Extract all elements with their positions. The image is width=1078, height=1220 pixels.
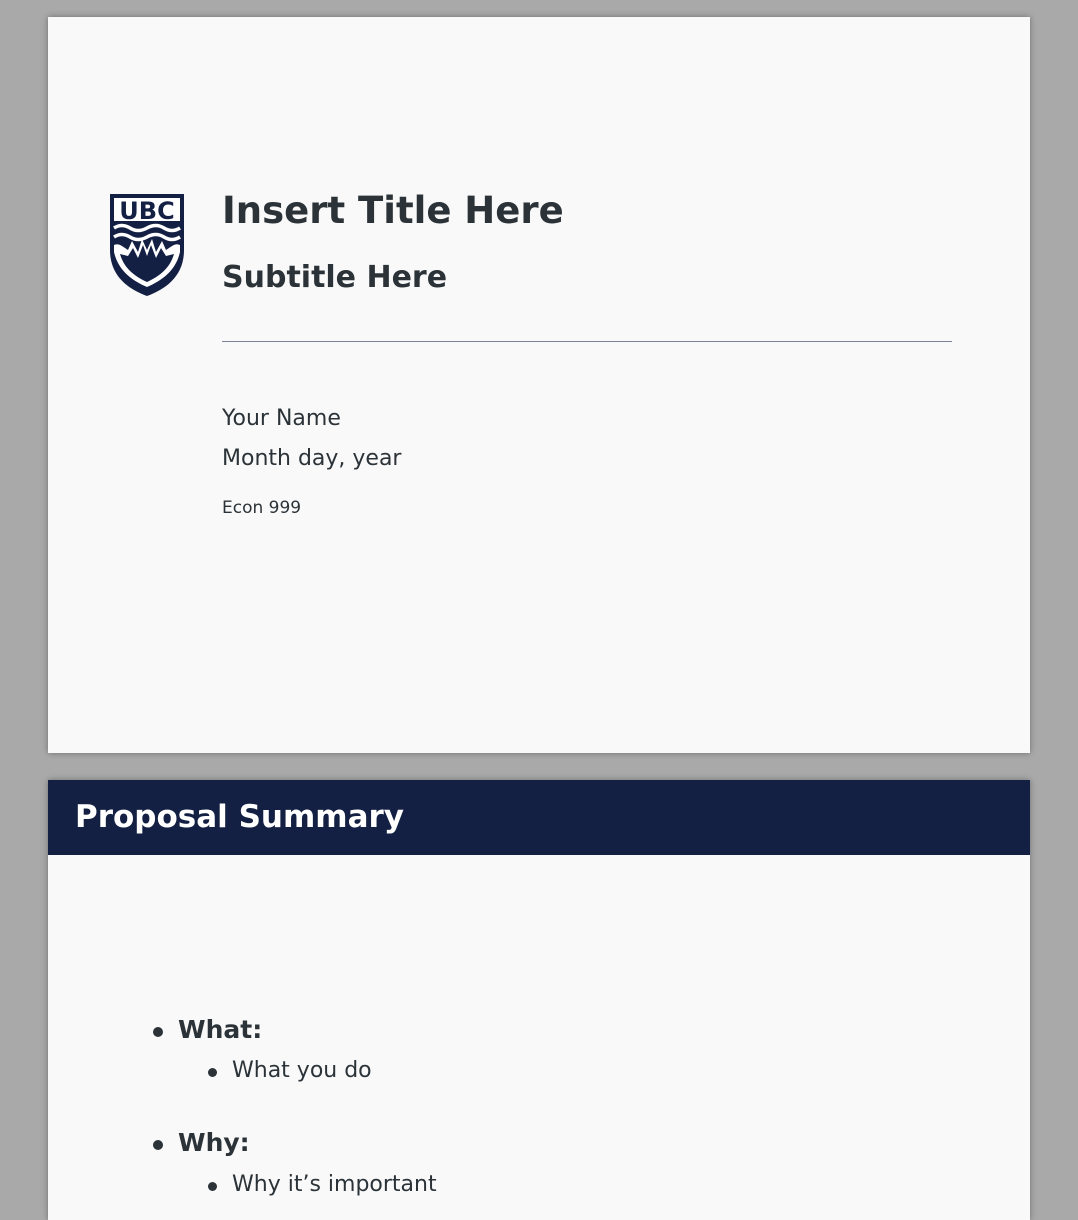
proposal-summary-slide: Proposal Summary What: What you do Why: … — [48, 780, 1030, 1220]
presentation-subtitle: Subtitle Here — [222, 260, 448, 295]
list-item-label: Why: — [178, 1128, 250, 1157]
logo-text: UBC — [119, 197, 174, 225]
sub-bullet-icon — [208, 1068, 217, 1077]
bullet-icon — [153, 1027, 163, 1037]
list-subitem-label: Why it’s important — [232, 1172, 437, 1197]
presentation-title: Insert Title Here — [222, 189, 564, 232]
title-slide: UBC Insert Title Here Subtitle Here Your… — [48, 17, 1030, 753]
frame-title-bar: Proposal Summary — [48, 780, 1030, 855]
presentation-date: Month day, year — [222, 446, 402, 471]
ubc-crest-logo: UBC — [110, 194, 184, 296]
course-label: Econ 999 — [222, 498, 302, 518]
sub-bullet-icon — [208, 1182, 217, 1191]
author-name: Your Name — [222, 406, 341, 431]
title-divider — [222, 341, 952, 342]
list-item-label: What: — [178, 1015, 263, 1044]
list-subitem-label: What you do — [232, 1058, 372, 1083]
frame-title: Proposal Summary — [75, 799, 404, 835]
bullet-icon — [153, 1140, 163, 1150]
